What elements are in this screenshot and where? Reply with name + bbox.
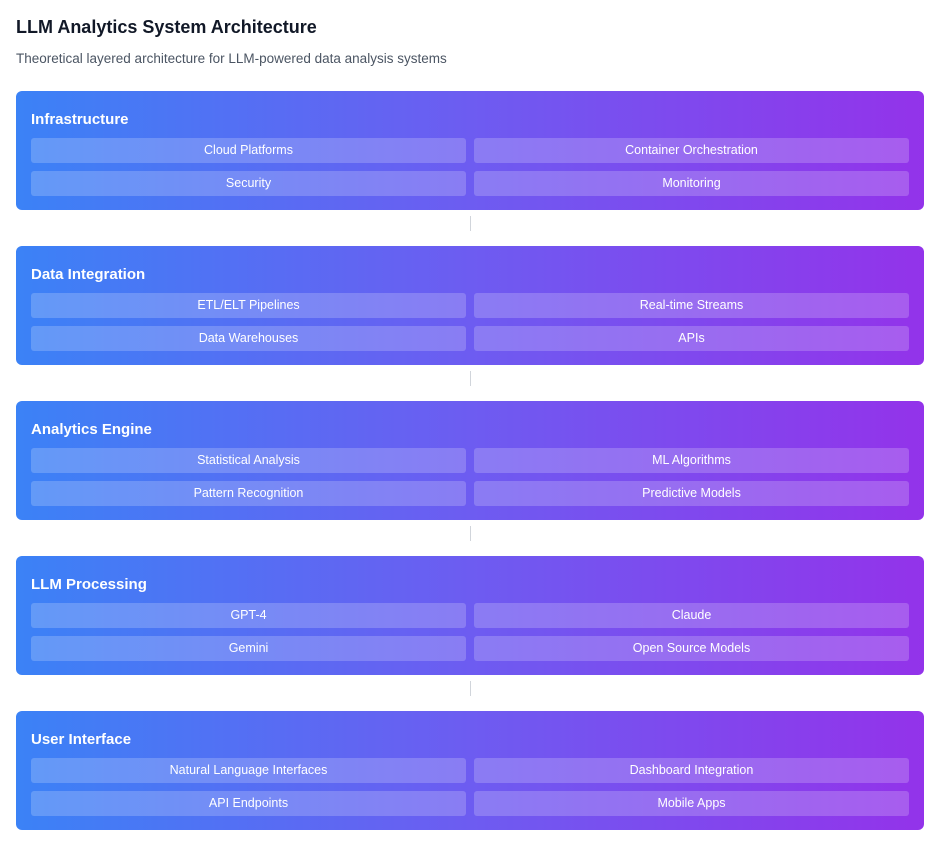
layer-title: Analytics Engine (31, 421, 152, 438)
layer-items: GPT-4 Claude Gemini Open Source Models (31, 603, 909, 661)
page-subtitle: Theoretical layered architecture for LLM… (16, 51, 447, 66)
layer-llm-processing: LLM Processing GPT-4 Claude Gemini Open … (16, 556, 924, 675)
layer-item: Container Orchestration (474, 138, 909, 163)
connector-gap (16, 675, 924, 711)
layer-item: ETL/ELT Pipelines (31, 293, 466, 318)
connector-gap (16, 365, 924, 401)
layer-item: Predictive Models (474, 481, 909, 506)
layer-item: Claude (474, 603, 909, 628)
layer-title: User Interface (31, 731, 132, 748)
layer-items: ETL/ELT Pipelines Real-time Streams Data… (31, 293, 909, 351)
connector-gap (16, 210, 924, 246)
layer-item: ML Algorithms (474, 448, 909, 473)
layer-item: Pattern Recognition (31, 481, 466, 506)
connector-line (470, 371, 471, 386)
layer-item: Natural Language Interfaces (31, 758, 466, 783)
connector-line (470, 681, 471, 696)
connector-gap (16, 520, 924, 556)
architecture-page: LLM Analytics System Architecture Theore… (0, 0, 939, 844)
layer-analytics-engine: Analytics Engine Statistical Analysis ML… (16, 401, 924, 520)
layer-item: Monitoring (474, 171, 909, 196)
layer-infrastructure: Infrastructure Cloud Platforms Container… (16, 91, 924, 210)
layer-title: Data Integration (31, 266, 146, 283)
layer-item: APIs (474, 326, 909, 351)
layer-item: Real-time Streams (474, 293, 909, 318)
layer-data-integration: Data Integration ETL/ELT Pipelines Real-… (16, 246, 924, 365)
layer-title: LLM Processing (31, 576, 147, 593)
connector-line (470, 216, 471, 231)
layer-items: Statistical Analysis ML Algorithms Patte… (31, 448, 909, 506)
layer-item: Gemini (31, 636, 466, 661)
layer-title: Infrastructure (31, 111, 129, 128)
layer-item: Open Source Models (474, 636, 909, 661)
layer-items: Cloud Platforms Container Orchestration … (31, 138, 909, 196)
layer-item: Statistical Analysis (31, 448, 466, 473)
layer-item: API Endpoints (31, 791, 466, 816)
layer-item: Mobile Apps (474, 791, 909, 816)
layer-item: Security (31, 171, 466, 196)
layer-item: Dashboard Integration (474, 758, 909, 783)
layer-items: Natural Language Interfaces Dashboard In… (31, 758, 909, 816)
page-title: LLM Analytics System Architecture (16, 17, 317, 37)
layer-item: Data Warehouses (31, 326, 466, 351)
layer-item: GPT-4 (31, 603, 466, 628)
connector-line (470, 526, 471, 541)
layer-stack: Infrastructure Cloud Platforms Container… (16, 91, 924, 830)
layer-user-interface: User Interface Natural Language Interfac… (16, 711, 924, 830)
layer-item: Cloud Platforms (31, 138, 466, 163)
